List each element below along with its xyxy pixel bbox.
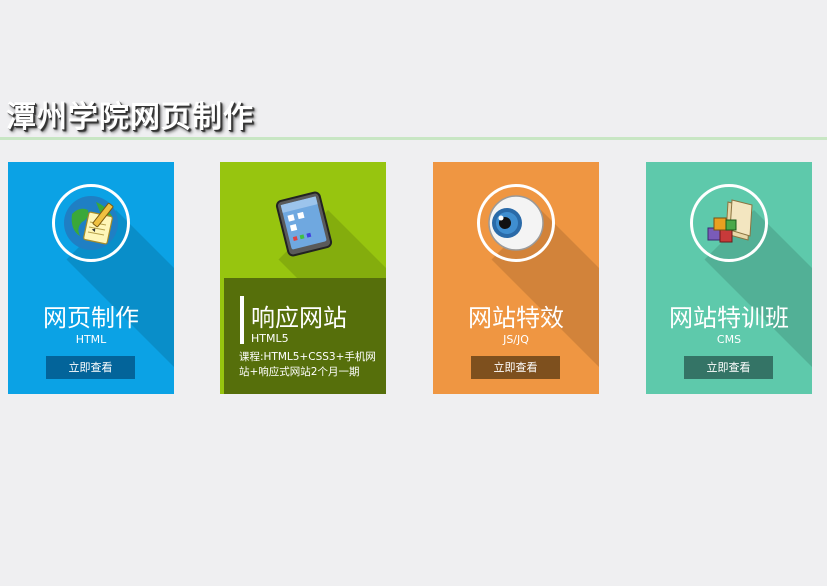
- course-card-responsive[interactable]: 响应网站 HTML5 课程:HTML5+CSS3+手机网站+响应式网站2个月一期: [220, 162, 386, 394]
- view-now-button[interactable]: 立即查看: [471, 356, 560, 379]
- view-now-button[interactable]: 立即查看: [684, 356, 773, 379]
- card-title: 响应网站: [251, 304, 347, 332]
- globe-notepad-icon: [52, 184, 130, 262]
- view-now-button[interactable]: 立即查看: [46, 356, 135, 379]
- folder-blocks-icon: [690, 184, 768, 262]
- card-subtitle: JS/JQ: [503, 333, 529, 346]
- page-title: 潭州学院网页制作: [6, 100, 254, 135]
- eyeball-icon: [477, 184, 555, 262]
- card-title: 网页制作: [43, 304, 139, 332]
- title-divider: [0, 137, 827, 140]
- title-accent-bar: [240, 296, 244, 344]
- card-title: 网站特训班: [669, 304, 789, 332]
- course-card-web-effects[interactable]: 网站特效 JS/JQ 立即查看: [433, 162, 599, 394]
- course-card-training[interactable]: 网站特训班 CMS 立即查看: [646, 162, 812, 394]
- card-subtitle: CMS: [716, 333, 742, 346]
- card-subtitle: HTML: [75, 333, 107, 346]
- card-subtitle: HTML5: [251, 332, 289, 345]
- card-description: 课程:HTML5+CSS3+手机网站+响应式网站2个月一期: [239, 351, 376, 378]
- course-card-web-design[interactable]: 网页制作 HTML 立即查看: [8, 162, 174, 394]
- card-title: 网站特效: [468, 304, 564, 332]
- tablet-icon: [272, 190, 336, 262]
